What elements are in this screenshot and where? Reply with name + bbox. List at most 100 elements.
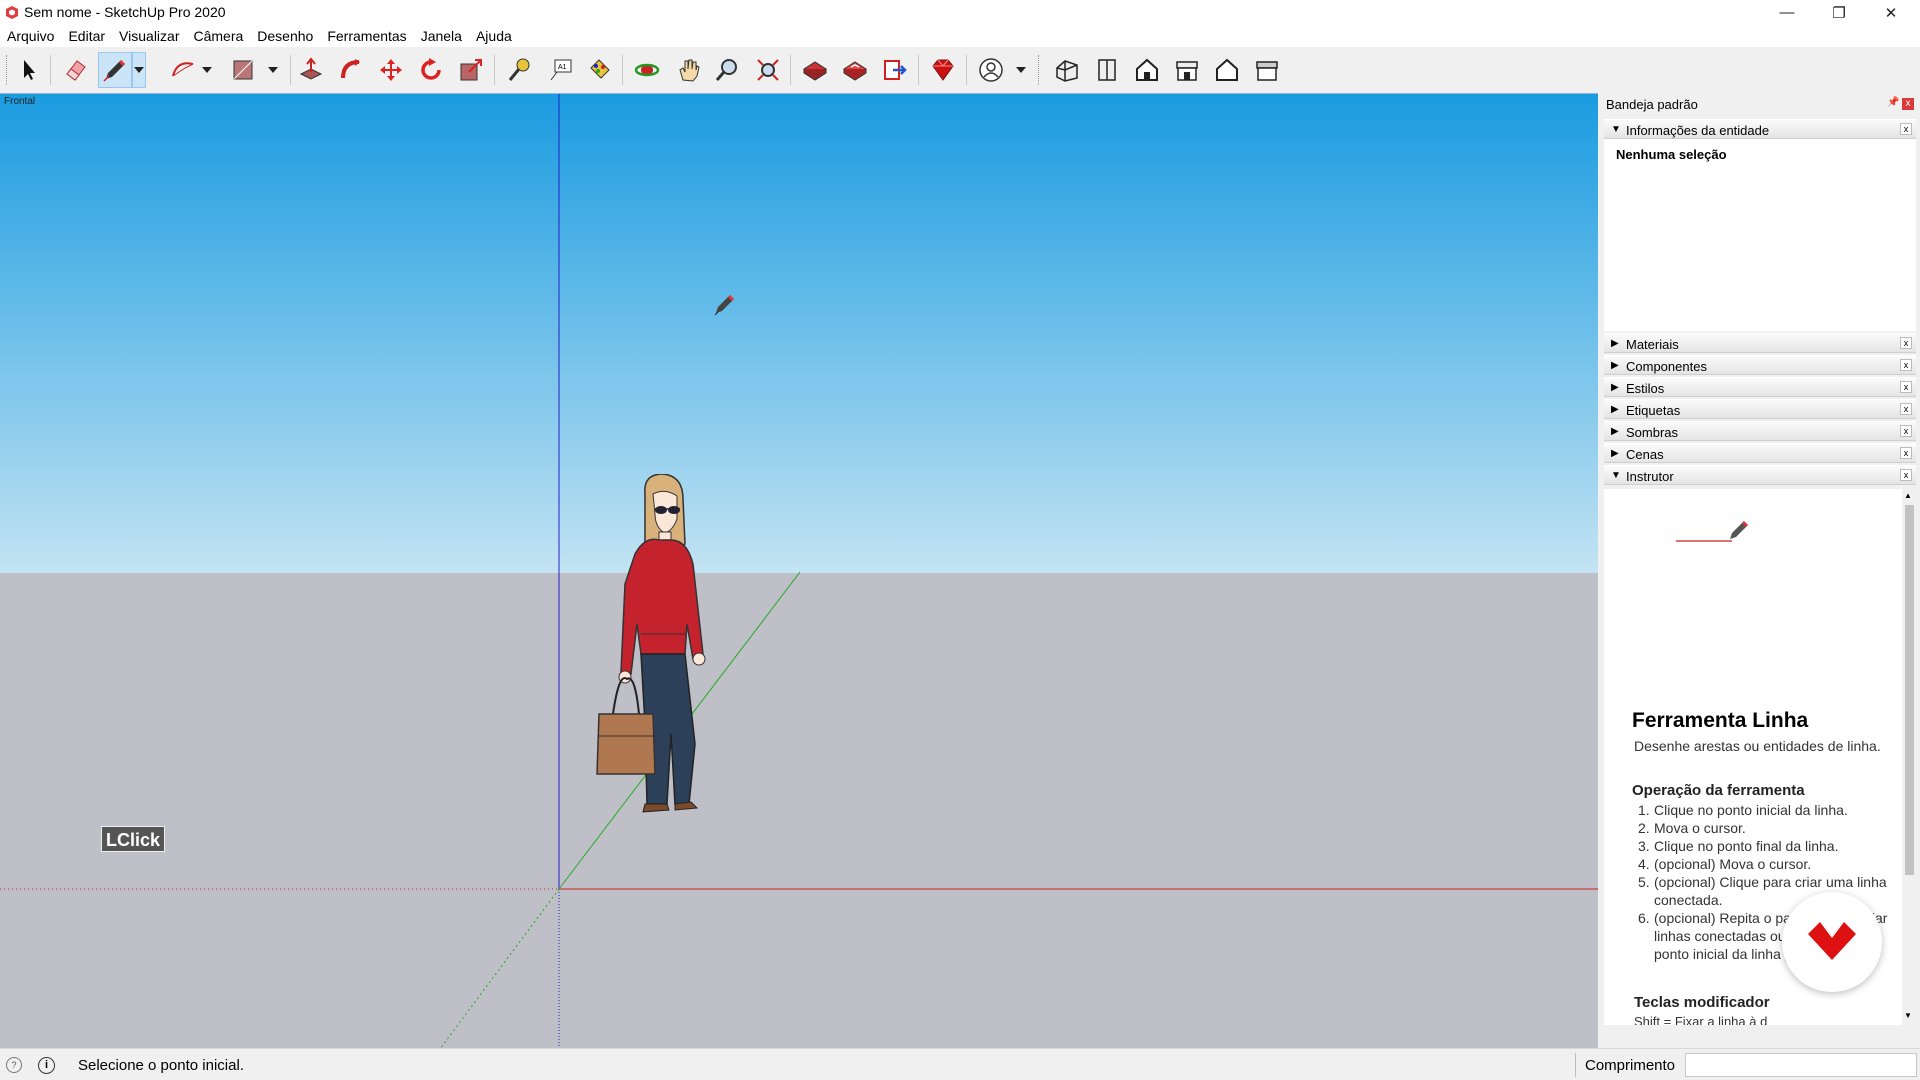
panel-etiquetas[interactable]: ▶ Etiquetas x — [1604, 399, 1916, 419]
panel-materiais[interactable]: ▶ Materiais x — [1604, 333, 1916, 353]
scale-tool-button[interactable] — [454, 52, 488, 88]
minimize-button[interactable]: — — [1766, 0, 1808, 25]
panel-label: Cenas — [1626, 447, 1664, 462]
arc-icon — [172, 62, 194, 77]
tape-measure-tool-button[interactable] — [502, 52, 536, 88]
select-tool-button[interactable] — [12, 52, 46, 88]
menu-arquivo[interactable]: Arquivo — [0, 25, 61, 47]
rotate-icon — [421, 58, 441, 80]
pin-icon[interactable]: 📌 — [1887, 97, 1899, 108]
line-tool-illustration-icon — [1676, 521, 1748, 542]
caret-down-icon — [202, 67, 212, 73]
scroll-up-icon[interactable]: ▲ — [1904, 491, 1912, 500]
paint-bucket-tool-button[interactable] — [582, 52, 616, 88]
arc-tool-dropdown[interactable] — [200, 52, 214, 88]
right-view-button[interactable] — [1170, 52, 1204, 88]
left-view-button[interactable] — [1250, 52, 1284, 88]
toolbar-grip[interactable] — [6, 55, 9, 85]
panel-componentes[interactable]: ▶ Componentes x — [1604, 355, 1916, 375]
collapsed-triangle-icon: ▶ — [1611, 360, 1619, 371]
tray-close-button[interactable]: x — [1902, 98, 1914, 110]
pencil-cursor-icon — [714, 294, 735, 316]
menu-janela[interactable]: Janela — [414, 25, 469, 47]
top-view-button[interactable] — [1090, 52, 1124, 88]
menu-visualizar[interactable]: Visualizar — [112, 25, 186, 47]
axes-overlay — [0, 94, 1598, 1048]
panel-entity-info[interactable]: ▼ Informações da entidade x — [1604, 119, 1916, 139]
back-house-icon — [1216, 58, 1238, 81]
step-item: 3. Clique no ponto final da linha. — [1638, 838, 1839, 854]
panel-cenas[interactable]: ▶ Cenas x — [1604, 443, 1916, 463]
window-title: Sem nome - SketchUp Pro 2020 — [24, 4, 226, 20]
panel-sombras[interactable]: ▶ Sombras x — [1604, 421, 1916, 441]
panel-close-icon[interactable]: x — [1900, 469, 1912, 481]
account-dropdown[interactable] — [1014, 52, 1028, 88]
follow-me-tool-button[interactable] — [334, 52, 368, 88]
menu-desenho[interactable]: Desenho — [250, 25, 320, 47]
zoom-tool-button[interactable] — [710, 52, 744, 88]
ruby-console-button[interactable] — [926, 52, 960, 88]
panel-label: Estilos — [1626, 381, 1665, 396]
green-axis-negative — [440, 888, 560, 1048]
tray-title: Bandeja padrão — [1606, 97, 1698, 112]
panel-close-icon[interactable]: x — [1900, 447, 1912, 459]
collapsed-triangle-icon: ▶ — [1611, 382, 1619, 393]
panel-label: Instrutor — [1626, 469, 1674, 484]
menu-camera[interactable]: Câmera — [186, 25, 250, 47]
menu-editar[interactable]: Editar — [61, 25, 112, 47]
text-tool-button[interactable]: A1 — [544, 52, 578, 88]
line-tool-dropdown[interactable] — [132, 52, 146, 88]
measurements-input[interactable] — [1685, 1053, 1917, 1077]
panel-close-icon[interactable]: x — [1900, 403, 1912, 415]
toolbar-grip[interactable] — [1038, 55, 1041, 85]
front-view-button[interactable] — [1130, 52, 1164, 88]
push-pull-icon — [299, 57, 323, 80]
front-house-icon — [1136, 58, 1158, 81]
pan-tool-button[interactable] — [672, 52, 706, 88]
restore-button[interactable]: ❐ — [1818, 0, 1860, 25]
select-arrow-icon — [24, 60, 35, 80]
panel-close-icon[interactable]: x — [1900, 381, 1912, 393]
menu-ajuda[interactable]: Ajuda — [469, 25, 519, 47]
instructor-scrollbar[interactable]: ▲ ▼ — [1902, 489, 1916, 1025]
zoom-extents-tool-button[interactable] — [751, 52, 785, 88]
orbit-tool-button[interactable] — [630, 52, 664, 88]
panel-close-icon[interactable]: x — [1900, 337, 1912, 349]
scroll-down-icon[interactable]: ▼ — [1904, 1011, 1912, 1020]
rotate-tool-button[interactable] — [414, 52, 448, 88]
back-view-button[interactable] — [1210, 52, 1244, 88]
info-icon[interactable]: i — [38, 1057, 55, 1074]
drawing-viewport[interactable]: Frontal LClick — [0, 93, 1598, 1048]
menu-ferramentas[interactable]: Ferramentas — [320, 25, 413, 47]
panel-estilos[interactable]: ▶ Estilos x — [1604, 377, 1916, 397]
panel-close-icon[interactable]: x — [1900, 425, 1912, 437]
instructor-modifier-heading: Teclas modificador — [1634, 994, 1770, 1011]
panel-instrutor[interactable]: ▼ Instrutor x — [1604, 465, 1916, 485]
rectangle-tool-dropdown[interactable] — [266, 52, 280, 88]
orbit-icon — [634, 63, 660, 77]
iso-view-button[interactable] — [1050, 52, 1084, 88]
collapsed-triangle-icon: ▶ — [1611, 338, 1619, 349]
send-to-layout-button[interactable] — [878, 52, 912, 88]
step-item: 2. Mova o cursor. — [1638, 820, 1746, 836]
extension-warehouse-button[interactable] — [838, 52, 872, 88]
collapsed-triangle-icon: ▶ — [1611, 404, 1619, 415]
svg-text:A1: A1 — [558, 64, 567, 71]
move-tool-button[interactable] — [374, 52, 408, 88]
rectangle-tool-button[interactable] — [226, 52, 260, 88]
3d-warehouse-button[interactable] — [798, 52, 832, 88]
arc-tool-button[interactable] — [166, 52, 200, 88]
panel-close-icon[interactable]: x — [1900, 359, 1912, 371]
sketchup-logo-icon — [6, 6, 18, 19]
expanded-triangle-icon: ▼ — [1611, 124, 1621, 135]
eraser-tool-button[interactable] — [58, 52, 92, 88]
close-window-button[interactable]: ✕ — [1870, 0, 1912, 25]
push-pull-tool-button[interactable] — [294, 52, 328, 88]
panel-close-icon[interactable]: x — [1900, 123, 1912, 135]
geolocation-icon[interactable]: ? — [6, 1057, 22, 1073]
account-button[interactable] — [974, 52, 1008, 88]
line-tool-button[interactable] — [98, 52, 132, 88]
scroll-thumb[interactable] — [1905, 505, 1914, 875]
move-icon — [380, 59, 402, 81]
title-bar: Sem nome - SketchUp Pro 2020 — ❐ ✕ — [0, 0, 1920, 25]
